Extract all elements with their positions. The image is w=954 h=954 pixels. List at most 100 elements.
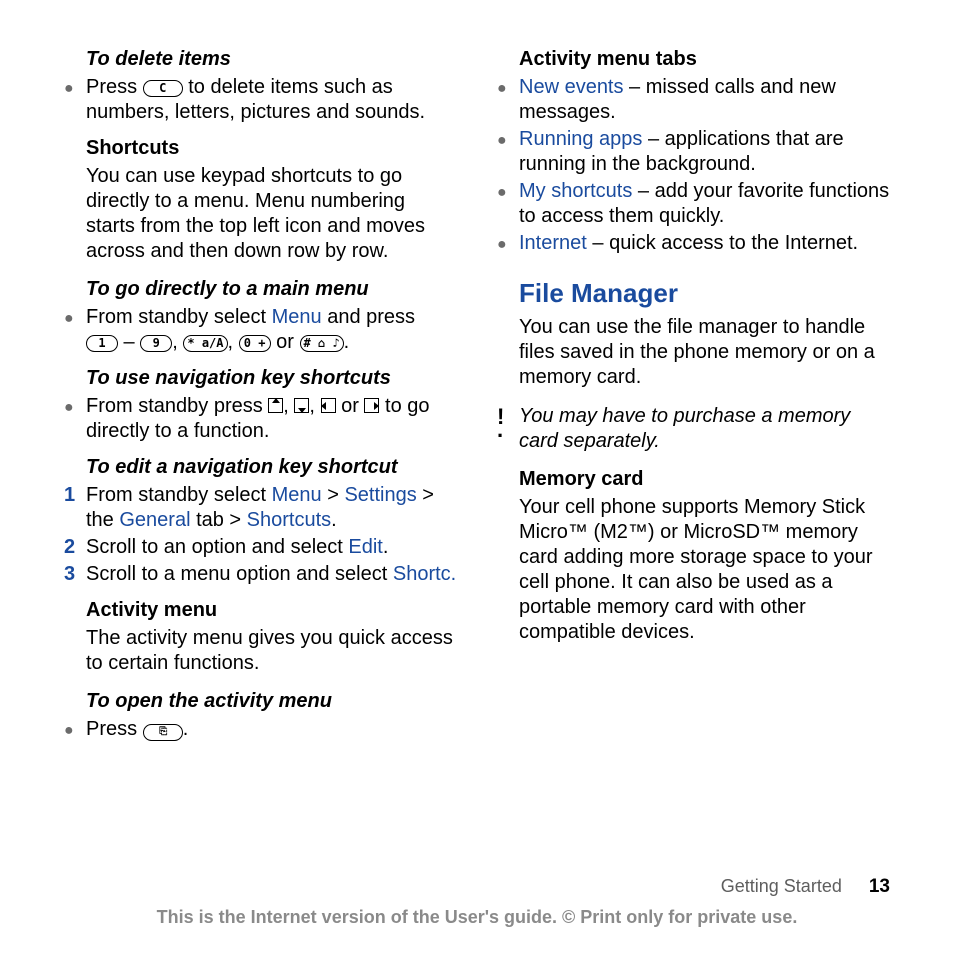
nav-left-icon: [321, 398, 336, 413]
bullet-marker: ●: [497, 231, 519, 256]
text-fragment: tab >: [191, 509, 247, 531]
memory-card-section: Memory card Your cell phone supports Mem…: [497, 468, 890, 645]
left-column: To delete items ● Press C to delete item…: [64, 48, 457, 754]
text-fragment: or: [271, 331, 300, 353]
shortcuts-link[interactable]: Shortcuts: [247, 509, 331, 531]
shortc-link[interactable]: Shortc.: [393, 563, 456, 585]
page-body: To delete items ● Press C to delete item…: [0, 0, 954, 794]
exclamation-icon: !.: [497, 404, 519, 454]
text-fragment: – quick access to the Internet.: [587, 232, 858, 254]
edit-link[interactable]: Edit: [348, 536, 382, 558]
step1-text: From standby select Menu > Settings > th…: [86, 483, 457, 533]
text-fragment: Scroll to a menu option and select: [86, 563, 393, 585]
nav-shortcuts-section: To use navigation key shortcuts ● From s…: [64, 367, 457, 444]
tab-item-running-apps: ● Running apps – applications that are r…: [497, 127, 890, 177]
text-fragment: From standby press: [86, 395, 268, 417]
page-number: 13: [869, 876, 890, 897]
tab-text: New events – missed calls and new messag…: [519, 75, 890, 125]
text-fragment: ,: [283, 395, 294, 417]
running-apps-link[interactable]: Running apps: [519, 128, 642, 150]
open-activity-text: Press ⎘.: [86, 717, 457, 742]
shortcuts-para: You can use keypad shortcuts to go direc…: [86, 164, 457, 264]
delete-items-section: To delete items ● Press C to delete item…: [64, 48, 457, 125]
key-star-icon: * a/A: [183, 335, 227, 352]
main-menu-text: From standby select Menu and press 1 – 9…: [86, 305, 457, 355]
new-events-link[interactable]: New events: [519, 76, 624, 98]
step2-text: Scroll to an option and select Edit.: [86, 535, 457, 560]
tab-text: My shortcuts – add your favorite functio…: [519, 179, 890, 229]
internet-link[interactable]: Internet: [519, 232, 587, 254]
activity-menu-section: Activity menu The activity menu gives yo…: [64, 599, 457, 676]
settings-link[interactable]: Settings: [344, 484, 416, 506]
text-fragment: or: [336, 395, 365, 417]
shortcuts-section: Shortcuts You can use keypad shortcuts t…: [64, 137, 457, 264]
text-fragment: .: [344, 331, 350, 353]
key-1-icon: 1: [86, 335, 118, 352]
open-activity-bullet: ● Press ⎘.: [64, 717, 457, 742]
text-fragment: >: [322, 484, 345, 506]
edit-nav-heading: To edit a navigation key shortcut: [86, 456, 457, 479]
key-c-icon: C: [143, 80, 183, 97]
note-text: You may have to purchase a memory card s…: [519, 404, 890, 454]
text-fragment: .: [183, 718, 189, 740]
text-fragment: Scroll to an option and select: [86, 536, 348, 558]
step3-text: Scroll to a menu option and select Short…: [86, 562, 457, 587]
text-fragment: ,: [309, 395, 320, 417]
key-0-icon: 0 +: [239, 335, 271, 352]
tab-item-new-events: ● New events – missed calls and new mess…: [497, 75, 890, 125]
tab-text: Internet – quick access to the Internet.: [519, 231, 890, 256]
activity-menu-para: The activity menu gives you quick access…: [86, 626, 457, 676]
bullet-marker: ●: [497, 75, 519, 125]
edit-nav-step2: 2 Scroll to an option and select Edit.: [64, 535, 457, 560]
delete-items-bullet: ● Press C to delete items such as number…: [64, 75, 457, 125]
text-fragment: ,: [172, 331, 183, 353]
step-number: 1: [64, 483, 86, 533]
key-hash-icon: # ⌂ ♪: [300, 335, 344, 352]
text-fragment: Press: [86, 76, 143, 98]
step-number: 2: [64, 535, 86, 560]
text-fragment: Press: [86, 718, 143, 740]
file-manager-heading[interactable]: File Manager: [519, 278, 890, 309]
text-fragment: .: [383, 536, 389, 558]
right-column: Activity menu tabs ● New events – missed…: [497, 48, 890, 754]
main-menu-bullet: ● From standby select Menu and press 1 –…: [64, 305, 457, 355]
section-name: Getting Started: [721, 876, 842, 896]
step-number: 3: [64, 562, 86, 587]
edit-nav-step3: 3 Scroll to a menu option and select Sho…: [64, 562, 457, 587]
bullet-marker: ●: [64, 75, 86, 125]
text-fragment: ,: [228, 331, 239, 353]
bullet-marker: ●: [64, 394, 86, 444]
my-shortcuts-link[interactable]: My shortcuts: [519, 180, 632, 202]
edit-nav-section: To edit a navigation key shortcut 1 From…: [64, 456, 457, 587]
text-fragment: and press: [322, 306, 415, 328]
key-9-icon: 9: [140, 335, 172, 352]
shortcuts-heading: Shortcuts: [86, 137, 457, 160]
bullet-marker: ●: [497, 179, 519, 229]
text-fragment: From standby select: [86, 484, 272, 506]
memory-card-para: Your cell phone supports Memory Stick Mi…: [519, 495, 890, 645]
bullet-marker: ●: [497, 127, 519, 177]
memory-card-note: !. You may have to purchase a memory car…: [497, 404, 890, 454]
tab-item-internet: ● Internet – quick access to the Interne…: [497, 231, 890, 256]
menu-link[interactable]: Menu: [272, 484, 322, 506]
text-fragment: –: [118, 331, 140, 353]
delete-items-heading: To delete items: [86, 48, 457, 71]
activity-tabs-heading: Activity menu tabs: [519, 48, 890, 71]
activity-tabs-section: Activity menu tabs ● New events – missed…: [497, 48, 890, 256]
nav-down-icon: [294, 398, 309, 413]
bullet-marker: ●: [64, 305, 86, 355]
main-menu-heading: To go directly to a main menu: [86, 278, 457, 301]
edit-nav-step1: 1 From standby select Menu > Settings > …: [64, 483, 457, 533]
file-manager-para: You can use the file manager to handle f…: [519, 315, 890, 390]
menu-link[interactable]: Menu: [272, 306, 322, 328]
open-activity-heading: To open the activity menu: [86, 690, 457, 713]
file-manager-section: File Manager You can use the file manage…: [497, 278, 890, 390]
tab-item-my-shortcuts: ● My shortcuts – add your favorite funct…: [497, 179, 890, 229]
tab-text: Running apps – applications that are run…: [519, 127, 890, 177]
footer-disclaimer: This is the Internet version of the User…: [0, 907, 954, 928]
memory-card-heading: Memory card: [519, 468, 890, 491]
nav-shortcuts-bullet: ● From standby press , , or to go direct…: [64, 394, 457, 444]
nav-up-icon: [268, 398, 283, 413]
nav-right-icon: [364, 398, 379, 413]
general-link[interactable]: General: [119, 509, 190, 531]
